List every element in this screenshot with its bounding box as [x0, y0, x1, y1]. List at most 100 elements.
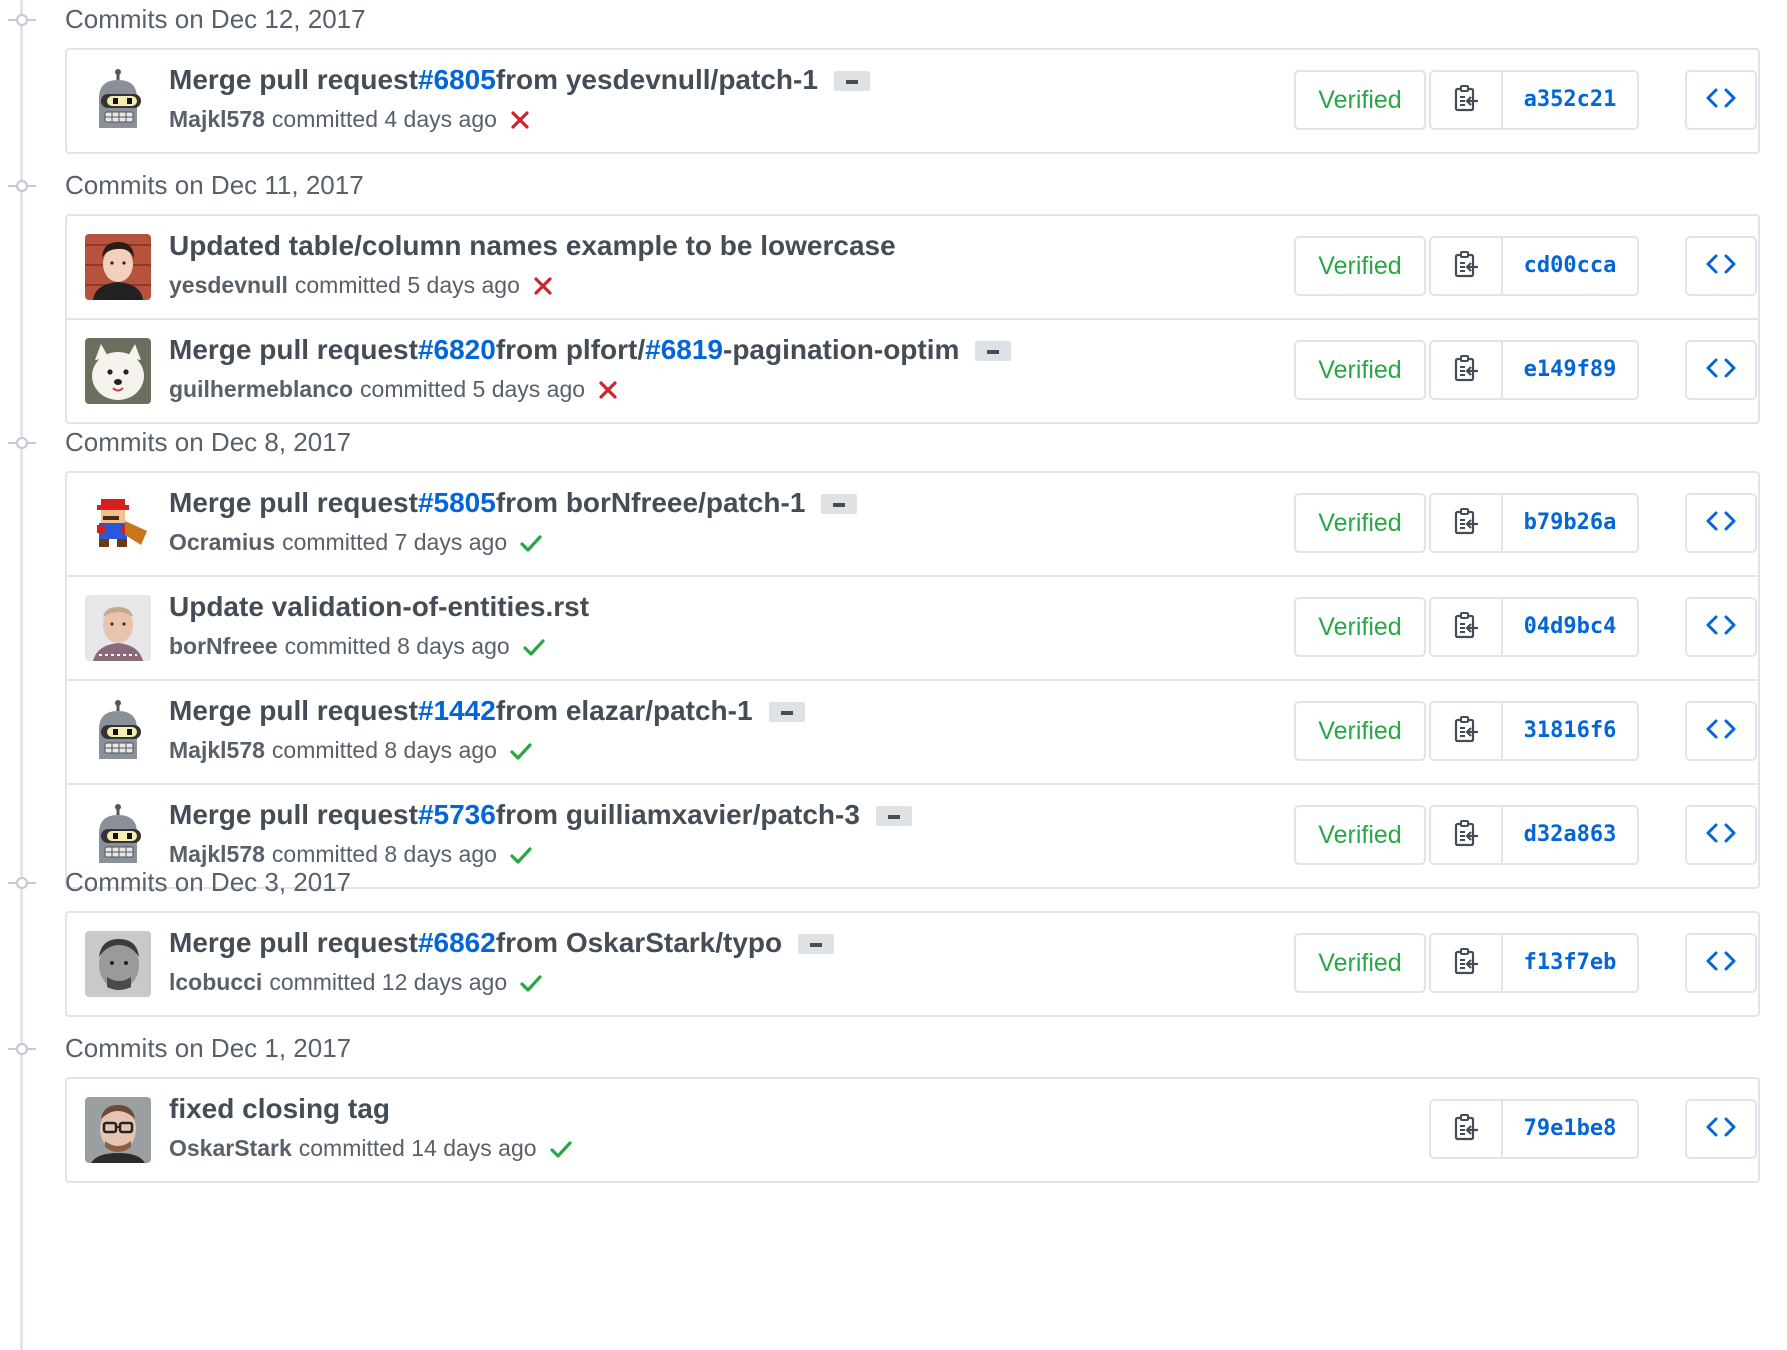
oskarstark-avatar[interactable] — [85, 1097, 151, 1163]
verified-badge[interactable]: Verified — [1294, 236, 1426, 296]
commit-sha-link[interactable]: d32a863 — [1503, 807, 1637, 863]
pull-request-link[interactable]: #1442 — [418, 695, 496, 727]
build-failure-icon[interactable] — [532, 275, 554, 297]
expand-message-button[interactable] — [768, 702, 805, 722]
verified-badge[interactable]: Verified — [1294, 933, 1426, 993]
pull-request-link[interactable]: #5805 — [418, 487, 496, 519]
commit-message-text[interactable]: Merge pull request — [169, 487, 418, 519]
copy-sha-button[interactable] — [1431, 599, 1503, 655]
commit-message-text[interactable]: -pagination-optim — [723, 334, 959, 366]
lcobucci-avatar[interactable] — [85, 931, 151, 997]
commit-sha-link[interactable]: 79e1be8 — [1503, 1101, 1637, 1157]
commit-message[interactable]: Merge pull request #6820 from plfort/#68… — [169, 334, 1012, 366]
build-success-icon[interactable] — [549, 1138, 573, 1160]
copy-sha-button[interactable] — [1431, 1101, 1503, 1157]
verified-badge[interactable]: Verified — [1294, 597, 1426, 657]
commit-message-text[interactable]: from plfort/ — [496, 334, 645, 366]
build-success-icon[interactable] — [519, 972, 543, 994]
bender-avatar[interactable] — [85, 699, 151, 765]
commit-message[interactable]: Updated table/column names example to be… — [169, 230, 896, 262]
commit-author[interactable]: OskarStark — [169, 1135, 292, 1162]
browse-repo-button[interactable] — [1685, 1099, 1757, 1159]
copy-sha-button[interactable] — [1431, 807, 1503, 863]
pull-request-link[interactable]: #6862 — [418, 927, 496, 959]
dog-avatar[interactable] — [85, 338, 151, 404]
pull-request-link[interactable]: #6805 — [418, 64, 496, 96]
commit-author[interactable]: Majkl578 — [169, 737, 265, 764]
pull-request-link[interactable]: #6820 — [418, 334, 496, 366]
commit-sha-link[interactable]: a352c21 — [1503, 72, 1637, 128]
copy-sha-button[interactable] — [1431, 238, 1503, 294]
verified-badge[interactable]: Verified — [1294, 493, 1426, 553]
browse-repo-button[interactable] — [1685, 340, 1757, 400]
commit-author[interactable]: Ocramius — [169, 529, 275, 556]
mario-avatar[interactable] — [85, 491, 151, 557]
browse-repo-button[interactable] — [1685, 933, 1757, 993]
commit-sha-link[interactable]: cd00cca — [1503, 238, 1637, 294]
commit-message[interactable]: Update validation-of-entities.rst — [169, 591, 589, 623]
verified-badge[interactable]: Verified — [1294, 701, 1426, 761]
commit-sha-link[interactable]: 04d9bc4 — [1503, 599, 1637, 655]
build-success-icon[interactable] — [509, 740, 533, 762]
browse-repo-button[interactable] — [1685, 493, 1757, 553]
commit-message-text[interactable]: fixed closing tag — [169, 1093, 390, 1125]
build-success-icon[interactable] — [522, 636, 546, 658]
copy-sha-button[interactable] — [1431, 935, 1503, 991]
commit-message[interactable]: Merge pull request #1442 from elazar/pat… — [169, 695, 805, 727]
commit-message-text[interactable]: from guilliamxavier/patch-3 — [496, 799, 860, 831]
verified-badge[interactable]: Verified — [1294, 805, 1426, 865]
bender-avatar[interactable] — [85, 68, 151, 134]
commit-sha-link[interactable]: e149f89 — [1503, 342, 1637, 398]
issue-link[interactable]: #6819 — [645, 334, 723, 366]
copy-sha-button[interactable] — [1431, 495, 1503, 551]
commit-sha-link[interactable]: f13f7eb — [1503, 935, 1637, 991]
commit-message-text[interactable]: Update validation-of-entities.rst — [169, 591, 589, 623]
commit-sha-link[interactable]: 31816f6 — [1503, 703, 1637, 759]
copy-sha-button[interactable] — [1431, 703, 1503, 759]
yesdevnull-avatar[interactable] — [85, 234, 151, 300]
commit-message-text[interactable]: from OskarStark/typo — [496, 927, 782, 959]
commit-author[interactable]: borNfreee — [169, 633, 278, 660]
build-failure-icon[interactable] — [597, 379, 619, 401]
build-success-icon[interactable] — [519, 532, 543, 554]
commit-message-text[interactable]: from borNfreee/patch-1 — [496, 487, 806, 519]
expand-message-button[interactable] — [875, 806, 912, 826]
browse-repo-button[interactable] — [1685, 805, 1757, 865]
commit-message-text[interactable]: Merge pull request — [169, 334, 418, 366]
commit-message[interactable]: Merge pull request #6805 from yesdevnull… — [169, 64, 870, 96]
bender-avatar[interactable] — [85, 803, 151, 869]
expand-message-button[interactable] — [833, 71, 870, 91]
browse-repo-button[interactable] — [1685, 701, 1757, 761]
commit-author[interactable]: Majkl578 — [169, 106, 265, 133]
clipboard-icon — [1453, 84, 1479, 117]
clipboard-icon — [1453, 507, 1479, 540]
commit-message-text[interactable]: from elazar/patch-1 — [496, 695, 753, 727]
build-failure-icon[interactable] — [509, 109, 531, 131]
browse-repo-button[interactable] — [1685, 597, 1757, 657]
commit-author[interactable]: yesdevnull — [169, 272, 288, 299]
browse-repo-button[interactable] — [1685, 70, 1757, 130]
commit-sha-link[interactable]: b79b26a — [1503, 495, 1637, 551]
verified-badge[interactable]: Verified — [1294, 70, 1426, 130]
commit-message[interactable]: Merge pull request #5805 from borNfreee/… — [169, 487, 858, 519]
copy-sha-button[interactable] — [1431, 342, 1503, 398]
expand-message-button[interactable] — [798, 934, 835, 954]
commit-message-text[interactable]: Merge pull request — [169, 799, 418, 831]
commit-message-text[interactable]: Merge pull request — [169, 695, 418, 727]
expand-message-button[interactable] — [821, 494, 858, 514]
commit-message-text[interactable]: Updated table/column names example to be… — [169, 230, 896, 262]
commit-author[interactable]: lcobucci — [169, 969, 262, 996]
browse-repo-button[interactable] — [1685, 236, 1757, 296]
commit-message-text[interactable]: Merge pull request — [169, 64, 418, 96]
commit-message[interactable]: Merge pull request #6862 from OskarStark… — [169, 927, 835, 959]
commit-message[interactable]: Merge pull request #5736 from guilliamxa… — [169, 799, 912, 831]
commit-author[interactable]: guilhermeblanco — [169, 376, 353, 403]
commit-message-text[interactable]: from yesdevnull/patch-1 — [496, 64, 818, 96]
expand-message-button[interactable] — [975, 341, 1012, 361]
bornfreee-avatar[interactable] — [85, 595, 151, 661]
verified-badge[interactable]: Verified — [1294, 340, 1426, 400]
copy-sha-button[interactable] — [1431, 72, 1503, 128]
commit-message-text[interactable]: Merge pull request — [169, 927, 418, 959]
pull-request-link[interactable]: #5736 — [418, 799, 496, 831]
commit-message[interactable]: fixed closing tag — [169, 1093, 390, 1125]
